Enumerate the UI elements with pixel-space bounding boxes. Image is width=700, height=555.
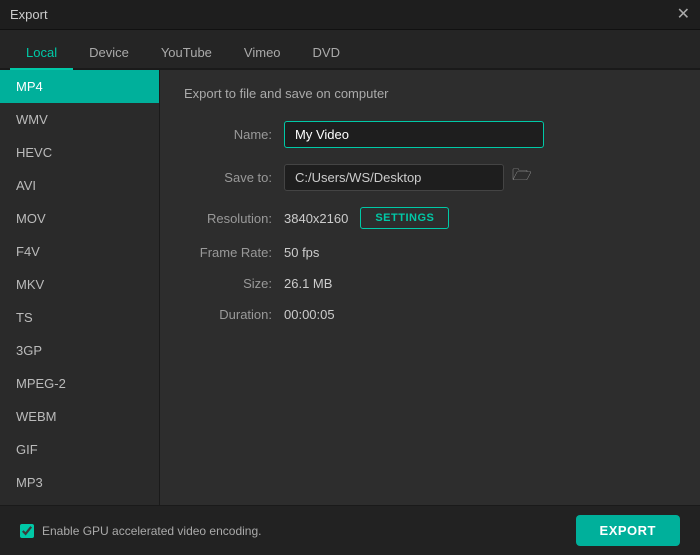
title-bar: Export ✕ bbox=[0, 0, 700, 30]
resolution-label: Resolution: bbox=[184, 211, 284, 226]
save-to-path: C:/Users/WS/Desktop bbox=[284, 164, 504, 191]
frame-rate-value: 50 fps bbox=[284, 245, 319, 260]
sidebar-item-3gp[interactable]: 3GP bbox=[0, 334, 159, 367]
sidebar-item-f4v[interactable]: F4V bbox=[0, 235, 159, 268]
close-button[interactable]: ✕ bbox=[677, 7, 690, 23]
window-title: Export bbox=[10, 7, 48, 22]
tab-youtube[interactable]: YouTube bbox=[145, 37, 228, 70]
sidebar-item-avi[interactable]: AVI bbox=[0, 169, 159, 202]
name-input[interactable] bbox=[284, 121, 544, 148]
section-title: Export to file and save on computer bbox=[184, 86, 676, 101]
folder-icon[interactable]: 🗁 bbox=[512, 164, 532, 191]
sidebar-item-ts[interactable]: TS bbox=[0, 301, 159, 334]
name-row: Name: bbox=[184, 121, 676, 148]
sidebar-item-mov[interactable]: MOV bbox=[0, 202, 159, 235]
sidebar-item-mkv[interactable]: MKV bbox=[0, 268, 159, 301]
main-layout: MP4 WMV HEVC AVI MOV F4V MKV TS 3GP MPEG… bbox=[0, 70, 700, 505]
resolution-value: 3840x2160 bbox=[284, 211, 348, 226]
tab-vimeo[interactable]: Vimeo bbox=[228, 37, 297, 70]
duration-value: 00:00:05 bbox=[284, 307, 335, 322]
duration-row: Duration: 00:00:05 bbox=[184, 307, 676, 322]
tab-bar: Local Device YouTube Vimeo DVD bbox=[0, 30, 700, 70]
save-to-label: Save to: bbox=[184, 170, 284, 185]
settings-button[interactable]: SETTINGS bbox=[360, 207, 449, 229]
frame-rate-label: Frame Rate: bbox=[184, 245, 284, 260]
export-button[interactable]: EXPORT bbox=[576, 515, 680, 546]
sidebar-item-wmv[interactable]: WMV bbox=[0, 103, 159, 136]
gpu-checkbox[interactable] bbox=[20, 524, 34, 538]
sidebar-item-hevc[interactable]: HEVC bbox=[0, 136, 159, 169]
size-row: Size: 26.1 MB bbox=[184, 276, 676, 291]
sidebar-item-mpeg2[interactable]: MPEG-2 bbox=[0, 367, 159, 400]
sidebar-item-gif[interactable]: GIF bbox=[0, 433, 159, 466]
save-to-row: Save to: C:/Users/WS/Desktop 🗁 bbox=[184, 164, 676, 191]
size-label: Size: bbox=[184, 276, 284, 291]
tab-device[interactable]: Device bbox=[73, 37, 145, 70]
format-sidebar: MP4 WMV HEVC AVI MOV F4V MKV TS 3GP MPEG… bbox=[0, 70, 160, 505]
gpu-label[interactable]: Enable GPU accelerated video encoding. bbox=[20, 524, 261, 538]
size-value: 26.1 MB bbox=[284, 276, 332, 291]
duration-label: Duration: bbox=[184, 307, 284, 322]
tab-dvd[interactable]: DVD bbox=[297, 37, 356, 70]
gpu-label-text: Enable GPU accelerated video encoding. bbox=[42, 524, 261, 538]
sidebar-item-mp4[interactable]: MP4 bbox=[0, 70, 159, 103]
sidebar-item-mp3[interactable]: MP3 bbox=[0, 466, 159, 499]
export-content: Export to file and save on computer Name… bbox=[160, 70, 700, 505]
name-label: Name: bbox=[184, 127, 284, 142]
resolution-row: Resolution: 3840x2160 SETTINGS bbox=[184, 207, 676, 229]
tab-local[interactable]: Local bbox=[10, 37, 73, 70]
sidebar-item-webm[interactable]: WEBM bbox=[0, 400, 159, 433]
bottom-bar: Enable GPU accelerated video encoding. E… bbox=[0, 505, 700, 555]
frame-rate-row: Frame Rate: 50 fps bbox=[184, 245, 676, 260]
